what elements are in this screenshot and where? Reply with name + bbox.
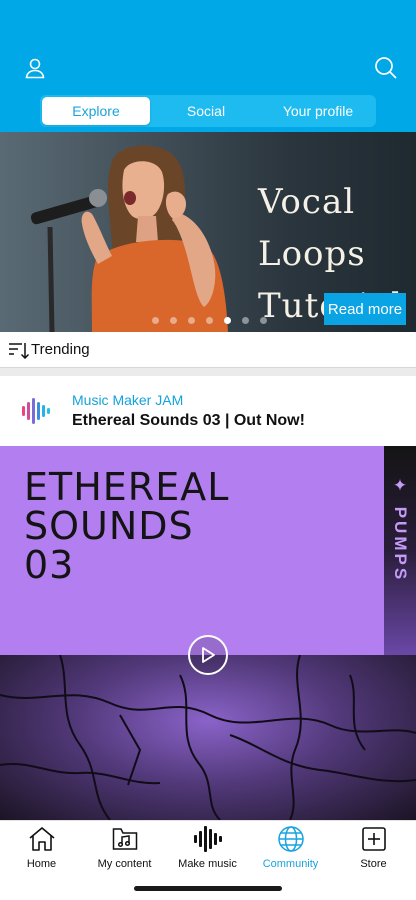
globe-icon [277,826,304,852]
artwork-strip-text: ✦ PUMPS [391,476,410,583]
read-more-button[interactable]: Read more [324,293,406,325]
carousel-dot[interactable] [206,317,213,324]
app-header: Explore Social Your profile [0,0,416,132]
carousel-dots [152,317,267,324]
home-indicator[interactable] [134,886,282,891]
tab-store-label: Store [360,858,387,870]
tab-social[interactable]: Social [150,97,262,125]
tab-make-music-label: Make music [178,858,237,870]
artwork-cracked-ground [0,654,416,820]
sort-icon [9,342,30,359]
tab-home[interactable]: Home [0,825,83,873]
carousel-dot[interactable] [242,317,249,324]
artwork-strip-label: ✦ PUMPS [384,476,416,646]
artwork-title-line-1: ETHEREAL [24,465,230,509]
profile-button[interactable] [20,53,50,83]
play-button[interactable] [188,635,228,675]
tab-make-music[interactable]: Make music [166,825,249,873]
tab-my-content[interactable]: My content [83,825,166,873]
featured-banner[interactable]: Vocal Loops Tutorial Read more [0,132,416,332]
post-artwork[interactable]: ETHEREAL SOUNDS 03 ✦ PUMPS [0,446,416,820]
tab-explore[interactable]: Explore [42,97,150,125]
home-icon [28,827,55,851]
tab-community-label: Community [262,858,319,870]
sort-label: Trending [31,341,90,358]
music-folder-icon [112,828,137,850]
store-icon [361,827,386,851]
main-tab-switcher: Explore Social Your profile [40,95,376,127]
post-header[interactable]: Music Maker JAM Ethereal Sounds 03 | Out… [0,376,416,446]
artwork-title: ETHEREAL SOUNDS 03 [24,468,229,585]
carousel-dot[interactable] [152,317,159,324]
carousel-dot[interactable] [188,317,195,324]
search-button[interactable] [371,53,401,83]
carousel-dot[interactable] [260,317,267,324]
search-icon [375,57,397,79]
post-title: Ethereal Sounds 03 | Out Now! [72,412,305,429]
tab-store[interactable]: Store [332,825,415,873]
user-icon [25,58,45,79]
tab-your-profile[interactable]: Your profile [262,97,374,125]
singer-photo [30,145,229,332]
post-app-name: Music Maker JAM [72,392,184,408]
artwork-title-line-2: SOUNDS [24,504,194,548]
artwork-title-line-3: 03 [24,543,75,587]
sort-bar[interactable]: Trending [0,332,416,368]
tab-home-label: Home [26,858,57,870]
carousel-dot-active[interactable] [224,317,231,324]
waveform-icon [193,826,222,852]
cracks-texture [0,654,416,820]
music-maker-jam-logo [22,398,50,424]
banner-title-line-1: Vocal Loops [258,182,366,274]
tab-community[interactable]: Community [249,825,332,873]
play-icon [202,647,215,663]
tab-my-content-label: My content [97,858,152,870]
section-divider [0,368,416,376]
carousel-dot[interactable] [170,317,177,324]
